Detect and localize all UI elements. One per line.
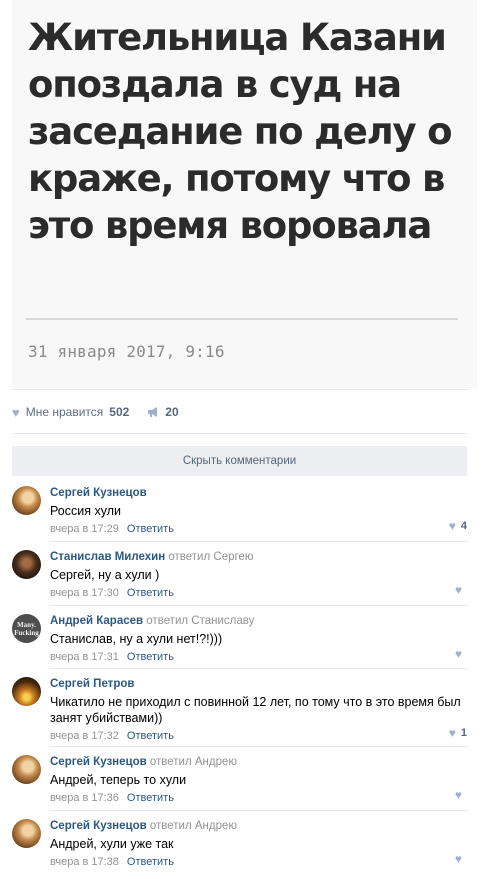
article-divider xyxy=(26,318,458,320)
comment-like-button[interactable]: ♥ xyxy=(455,852,467,866)
avatar[interactable] xyxy=(12,819,41,848)
comment-like-button[interactable]: ♥ 4 xyxy=(449,519,467,533)
heart-icon: ♥ xyxy=(12,404,20,420)
reply-button[interactable]: Ответить xyxy=(127,792,174,804)
like-label: Мне нравится xyxy=(25,405,104,419)
heart-icon: ♥ xyxy=(448,726,456,740)
reply-word: ответил xyxy=(149,756,192,768)
share-count: 20 xyxy=(165,405,179,419)
comment-item: Сергей Кузнецов ответил Андрею Андрей, х… xyxy=(12,819,467,871)
comment-author[interactable]: Сергей Кузнецов xyxy=(50,487,147,499)
comment-time[interactable]: вчера в 17:38 xyxy=(50,856,119,868)
divider xyxy=(12,389,468,390)
reply-button[interactable]: Ответить xyxy=(127,523,174,535)
reply-button[interactable]: Ответить xyxy=(127,856,174,868)
comment-author[interactable]: Сергей Петров xyxy=(50,678,134,690)
comment-text: Чикатило не приходил с повинной 12 лет, … xyxy=(50,695,461,725)
divider xyxy=(50,810,468,811)
comment-text: Станислав, ну а хули нет!?!))) xyxy=(50,632,223,646)
megaphone-icon xyxy=(147,407,159,417)
reply-button[interactable]: Ответить xyxy=(127,587,174,599)
reply-to-link[interactable]: Сергею xyxy=(213,551,253,563)
like-count: 502 xyxy=(109,405,130,419)
avatar[interactable] xyxy=(12,550,41,579)
avatar[interactable] xyxy=(12,486,41,515)
comment-author[interactable]: Сергей Кузнецов xyxy=(50,756,147,768)
comment-text: Россия хули xyxy=(50,504,121,518)
comment-time[interactable]: вчера в 17:32 xyxy=(50,730,119,742)
comment-like-button[interactable]: ♥ 1 xyxy=(449,726,467,740)
comment-author[interactable]: Сергей Кузнецов xyxy=(50,820,147,832)
divider xyxy=(12,433,468,434)
divider xyxy=(50,668,468,669)
comment-like-button[interactable]: ♥ xyxy=(455,788,467,802)
reply-word: ответил xyxy=(149,820,192,832)
comment-like-button[interactable]: ♥ xyxy=(455,647,467,661)
comment-author[interactable]: Андрей Карасев xyxy=(50,615,143,627)
reply-button[interactable]: Ответить xyxy=(127,730,174,742)
comment-text: Андрей, теперь то хули xyxy=(50,773,187,787)
comment-time[interactable]: вчера в 17:36 xyxy=(50,792,119,804)
article-headline: Жительница Казани опоздала в суд на засе… xyxy=(28,16,453,247)
heart-icon: ♥ xyxy=(448,519,456,533)
comment-time[interactable]: вчера в 17:30 xyxy=(50,587,119,599)
like-button[interactable]: ♥ Мне нравится 502 xyxy=(12,405,129,419)
divider xyxy=(50,746,468,747)
heart-icon: ♥ xyxy=(454,788,462,802)
divider xyxy=(50,605,468,606)
reply-to-link[interactable]: Станиславу xyxy=(191,615,254,627)
reply-word: ответил xyxy=(146,615,189,627)
avatar[interactable] xyxy=(12,677,41,706)
comment-item: Сергей Петров Чикатило не приходил с пов… xyxy=(12,677,467,743)
heart-icon: ♥ xyxy=(454,583,462,597)
comment-like-button[interactable]: ♥ xyxy=(455,583,467,597)
comment-item: Станислав Милехин ответил Сергею Сергей,… xyxy=(12,550,467,602)
comment-time[interactable]: вчера в 17:31 xyxy=(50,651,119,663)
reply-to-link[interactable]: Андрею xyxy=(195,820,237,832)
comment-item: Сергей Кузнецов Россия хули вчера в 17:2… xyxy=(12,486,467,538)
article-date: 31 января 2017, 9:16 xyxy=(28,342,225,361)
reply-word: ответил xyxy=(168,551,211,563)
avatar[interactable]: Many. Fucking xyxy=(12,614,41,643)
hide-comments-button[interactable]: Скрыть комментарии xyxy=(12,446,467,476)
heart-icon: ♥ xyxy=(454,647,462,661)
comment-like-count: 4 xyxy=(460,520,467,532)
comment-item: Many. Fucking Андрей Карасев ответил Ста… xyxy=(12,614,467,666)
comment-author[interactable]: Станислав Милехин xyxy=(50,551,165,563)
comment-like-count: 1 xyxy=(460,727,467,739)
share-button[interactable]: 20 xyxy=(147,405,179,419)
comment-text: Андрей, хули уже так xyxy=(50,837,174,851)
comment-time[interactable]: вчера в 17:29 xyxy=(50,523,119,535)
article-image: Жительница Казани опоздала в суд на засе… xyxy=(12,0,477,388)
avatar[interactable] xyxy=(12,755,41,784)
comment-item: Сергей Кузнецов ответил Андрею Андрей, т… xyxy=(12,755,467,807)
reply-to-link[interactable]: Андрею xyxy=(195,756,237,768)
heart-icon: ♥ xyxy=(454,852,462,866)
comment-text: Сергей, ну а хули ) xyxy=(50,568,160,582)
divider xyxy=(50,541,468,542)
reply-button[interactable]: Ответить xyxy=(127,651,174,663)
post-actions: ♥ Мне нравится 502 20 xyxy=(12,402,197,422)
